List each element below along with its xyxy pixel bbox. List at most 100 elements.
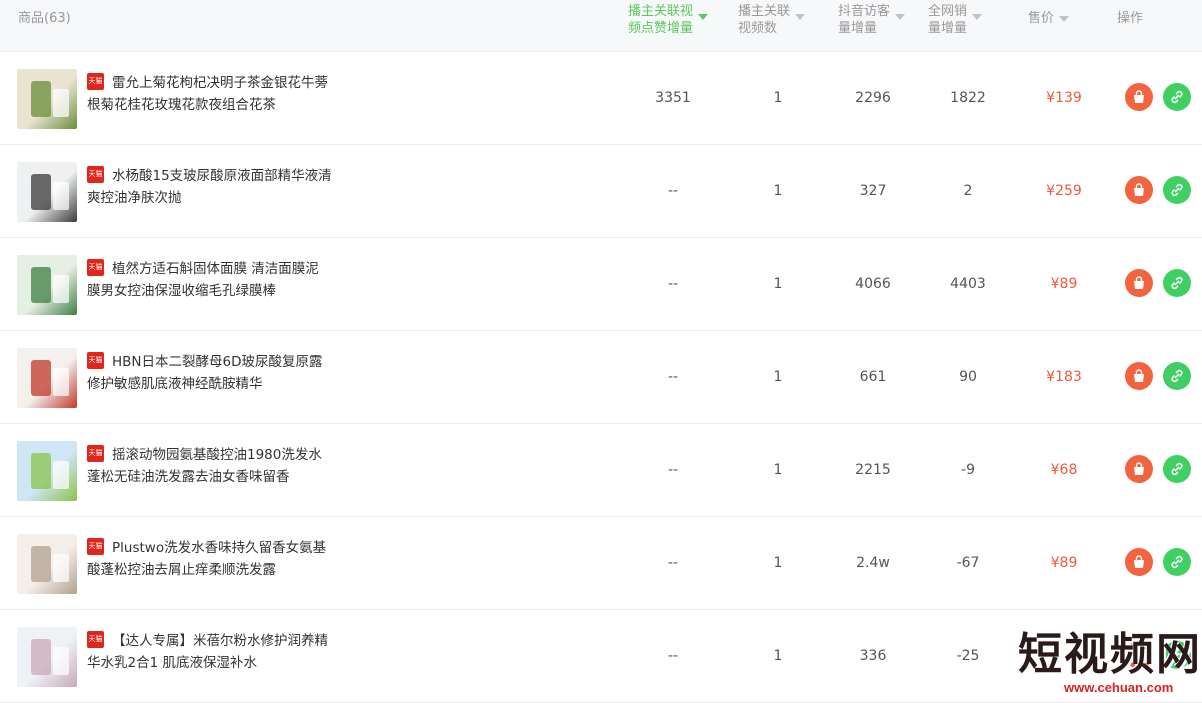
link-icon — [1171, 555, 1183, 569]
sales-value: 4403 — [950, 276, 986, 292]
product-title-link[interactable]: 【达人专属】米蓓尔粉水修护润养精华水乳2合1 肌底液保湿补水 — [87, 630, 332, 674]
link-icon — [1171, 276, 1183, 290]
watermark: 短视频网 www.cehuan.com — [1018, 630, 1202, 698]
video-likes-value: -- — [667, 183, 679, 199]
product-title-link[interactable]: 雷允上菊花枸杞决明子茶金银花牛蒡根菊花桂花玫瑰花款夜组合花茶 — [87, 72, 332, 116]
product-thumbnail[interactable] — [17, 255, 77, 315]
shopping-bag-icon — [1134, 462, 1144, 475]
sort-sales-header[interactable]: 全网销 量增量 — [928, 3, 983, 37]
table-row: 天猫 Plustwo洗发水香味持久留香女氨基酸蓬松控油去屑止痒柔顺洗发露 -- … — [0, 517, 1202, 610]
watermark-url: www.cehuan.com — [1064, 680, 1174, 695]
price-value: ¥183 — [1046, 369, 1082, 385]
sort-video-likes-header[interactable]: 播主关联视频点赞增量 — [628, 3, 709, 37]
sort-down-icon — [895, 14, 906, 20]
table-row: 天猫 摇滚动物园氨基酸控油1980洗发水蓬松无硅油洗发露去油女香味留香 -- 1… — [0, 424, 1202, 517]
header-label-line1: 抖音访客 — [838, 4, 891, 19]
video-count-value: 1 — [773, 90, 783, 106]
video-likes-value: -- — [667, 276, 679, 292]
visitors-value: 2215 — [855, 462, 891, 478]
sort-visitors-header[interactable]: 抖音访客 量增量 — [838, 3, 906, 37]
shopping-bag-icon — [1134, 369, 1144, 382]
link-icon — [1171, 90, 1183, 104]
visitors-value: 4066 — [855, 276, 891, 292]
sort-down-icon — [795, 14, 806, 20]
video-count-value: 1 — [773, 648, 783, 664]
product-title-link[interactable]: HBN日本二裂酵母6D玻尿酸复原露修护敏感肌底液神经酰胺精华 — [87, 351, 332, 395]
video-likes-value: -- — [667, 462, 679, 478]
header-label-line1: 售价 — [1028, 11, 1055, 26]
sort-video-count-header[interactable]: 播主关联 视频数 — [738, 3, 806, 37]
sales-value: -25 — [956, 648, 980, 664]
sort-down-icon — [1059, 16, 1070, 22]
visitors-value: 2296 — [855, 90, 891, 106]
video-likes-value: -- — [667, 648, 679, 664]
table-row: 天猫 雷允上菊花枸杞决明子茶金银花牛蒡根菊花桂花玫瑰花款夜组合花茶 3351 1… — [0, 52, 1202, 145]
sales-value: 1822 — [950, 90, 986, 106]
link-icon — [1171, 183, 1183, 197]
video-likes-value: -- — [667, 369, 679, 385]
visitors-value: 2.4w — [856, 555, 890, 571]
shop-button[interactable] — [1125, 455, 1153, 483]
visitors-value: 336 — [859, 648, 887, 664]
header-label-line2: 量增量 — [928, 21, 968, 36]
table-row: 天猫 水杨酸15支玻尿酸原液面部精华液清爽控油净肤次抛 -- 1 327 2 ¥… — [0, 145, 1202, 238]
sales-value: -67 — [956, 555, 980, 571]
sales-value: 2 — [963, 183, 973, 199]
video-likes-value: 3351 — [655, 90, 691, 106]
operation-header: 操作 — [1117, 11, 1144, 26]
price-value: ¥68 — [1050, 462, 1078, 478]
product-title-link[interactable]: 水杨酸15支玻尿酸原液面部精华液清爽控油净肤次抛 — [87, 165, 332, 209]
copy-link-button[interactable] — [1163, 362, 1191, 390]
price-value: ¥89 — [1050, 555, 1078, 571]
product-title-link[interactable]: 植然方适石斛固体面膜 清洁面膜泥膜男女控油保湿收缩毛孔绿膜棒 — [87, 258, 332, 302]
visitors-value: 327 — [859, 183, 887, 199]
product-thumbnail[interactable] — [17, 348, 77, 408]
product-thumbnail[interactable] — [17, 627, 77, 687]
shop-button[interactable] — [1125, 548, 1153, 576]
header-label-line1: 播主关联视 — [628, 4, 694, 19]
copy-link-button[interactable] — [1163, 548, 1191, 576]
shopping-bag-icon — [1134, 183, 1144, 196]
price-value: ¥89 — [1050, 276, 1078, 292]
product-thumbnail[interactable] — [17, 441, 77, 501]
link-icon — [1171, 369, 1183, 383]
table-header: 商品(63) 播主关联视频点赞增量 播主关联视频数 抖音访客 量增量 全网销量增量… — [0, 0, 1202, 52]
header-label-line1: 播主关联 — [738, 4, 791, 19]
sales-value: -9 — [961, 462, 975, 478]
copy-link-button[interactable] — [1163, 455, 1191, 483]
watermark-text: 短视频网 — [1018, 629, 1202, 680]
product-thumbnail[interactable] — [17, 69, 77, 129]
product-count-header: 商品(63) — [18, 11, 71, 26]
copy-link-button[interactable] — [1163, 269, 1191, 297]
product-title-link[interactable]: 摇滚动物园氨基酸控油1980洗发水蓬松无硅油洗发露去油女香味留香 — [87, 444, 332, 488]
shop-button[interactable] — [1125, 362, 1153, 390]
product-thumbnail[interactable] — [17, 162, 77, 222]
product-title-link[interactable]: Plustwo洗发水香味持久留香女氨基酸蓬松控油去屑止痒柔顺洗发露 — [87, 537, 332, 581]
table-row: 天猫 HBN日本二裂酵母6D玻尿酸复原露修护敏感肌底液神经酰胺精华 -- 1 6… — [0, 331, 1202, 424]
video-count-value: 1 — [773, 462, 783, 478]
header-label-line2: 频点赞增量 — [628, 21, 694, 36]
table-row: 天猫 植然方适石斛固体面膜 清洁面膜泥膜男女控油保湿收缩毛孔绿膜棒 -- 1 4… — [0, 238, 1202, 331]
shop-button[interactable] — [1125, 269, 1153, 297]
copy-link-button[interactable] — [1163, 83, 1191, 111]
link-icon — [1171, 462, 1183, 476]
video-likes-value: -- — [667, 555, 679, 571]
copy-link-button[interactable] — [1163, 176, 1191, 204]
video-count-value: 1 — [773, 183, 783, 199]
shop-button[interactable] — [1125, 176, 1153, 204]
sort-down-icon — [698, 14, 709, 20]
product-thumbnail[interactable] — [17, 534, 77, 594]
sort-down-icon — [972, 14, 983, 20]
header-label-line2: 视频数 — [738, 21, 778, 36]
header-label-line1: 全网销 — [928, 4, 968, 19]
video-count-value: 1 — [773, 555, 783, 571]
visitors-value: 661 — [859, 369, 887, 385]
price-value: ¥139 — [1046, 90, 1082, 106]
shop-button[interactable] — [1125, 83, 1153, 111]
sales-value: 90 — [959, 369, 977, 385]
shopping-bag-icon — [1134, 90, 1144, 103]
video-count-value: 1 — [773, 369, 783, 385]
sort-price-header[interactable]: 售价 — [1028, 10, 1070, 27]
price-value: ¥259 — [1046, 183, 1082, 199]
shopping-bag-icon — [1134, 276, 1144, 289]
